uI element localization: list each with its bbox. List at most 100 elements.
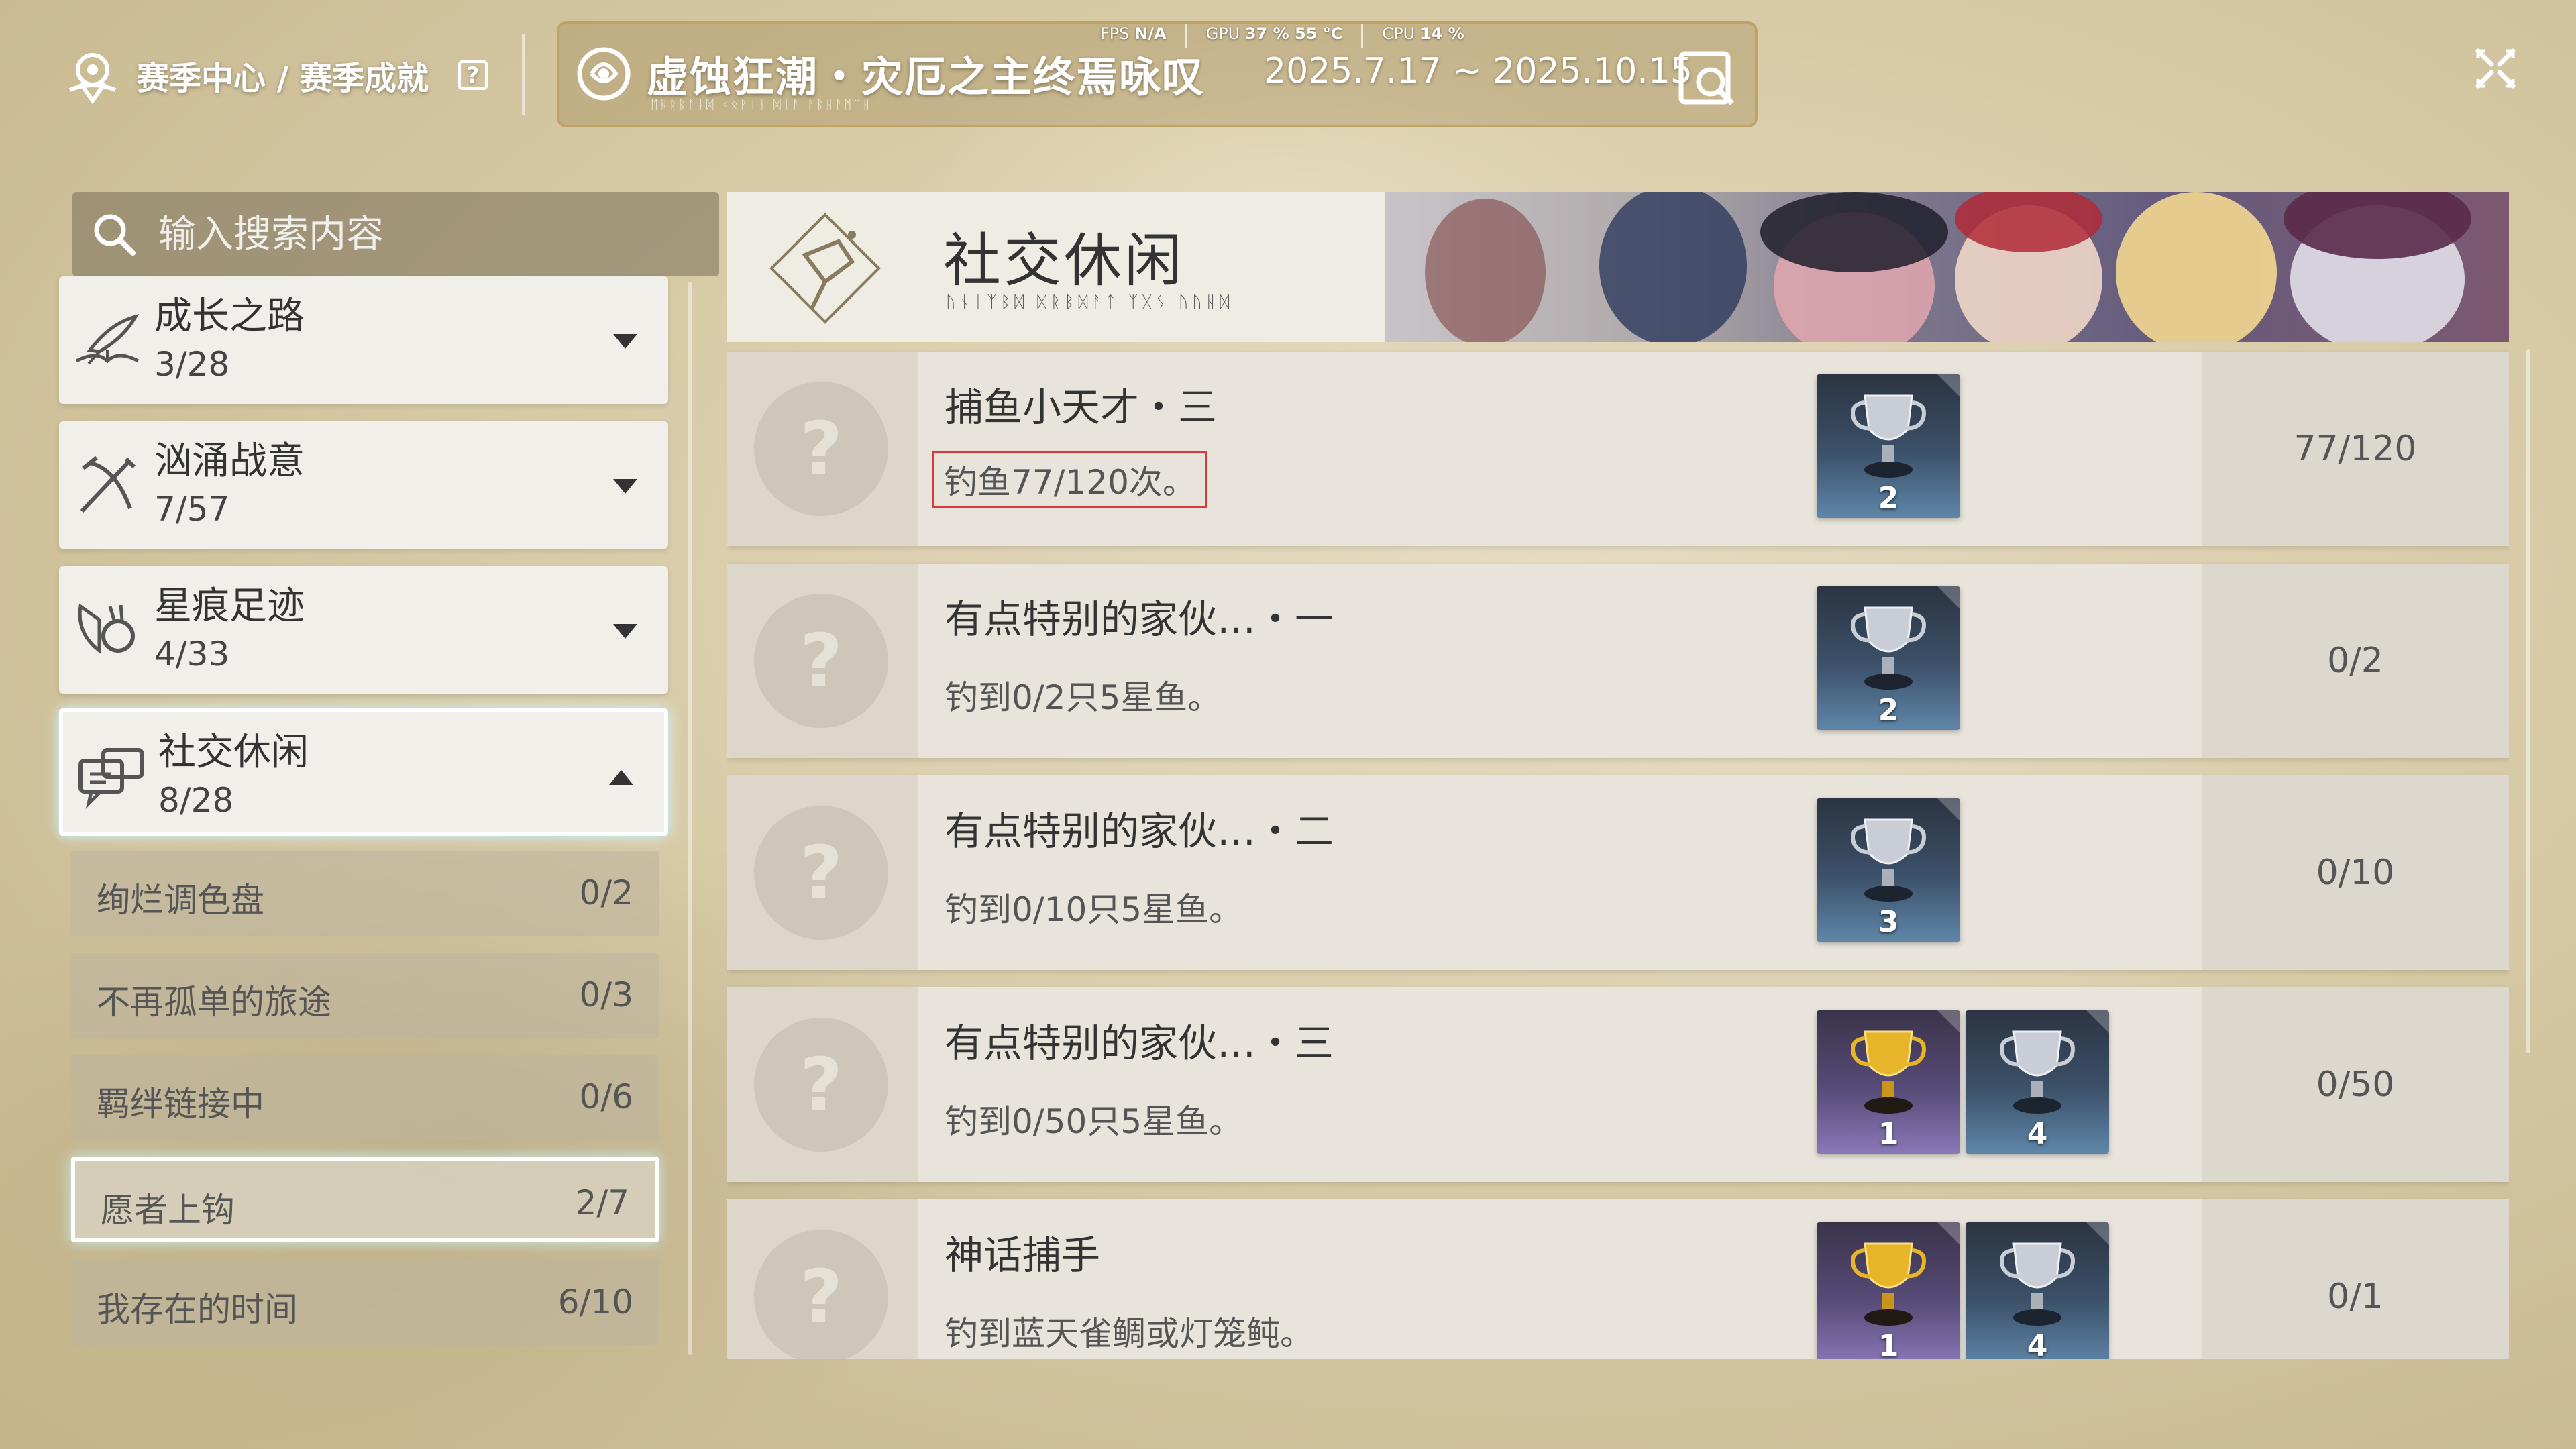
crossed-weapons-icon xyxy=(80,455,136,513)
silver-trophy-reward[interactable]: 2 xyxy=(1817,374,1960,518)
achievement-progress: 0/2 xyxy=(2327,641,2383,681)
subcategory-count: 0/6 xyxy=(579,1077,633,1116)
subcategory-item[interactable]: 我存在的时间 6/10 xyxy=(71,1260,659,1346)
gpu-label: GPU xyxy=(1205,24,1240,43)
reward-count: 2 xyxy=(1878,693,1899,727)
locked-badge-icon: ? xyxy=(754,1230,888,1359)
chevron-down-icon xyxy=(613,479,637,494)
breadcrumb-text[interactable]: 赛季中心 / 赛季成就 xyxy=(137,52,429,99)
subcategory-item[interactable]: 绚烂调色盘 0/2 xyxy=(71,851,659,936)
achievement-row[interactable]: ? 有点特别的家伙…・一 钓到0/2只5星鱼。 2 0/2 xyxy=(727,564,2509,758)
subcategory-item[interactable]: 羁绊链接中 0/6 xyxy=(71,1055,659,1140)
category-progress: 4/33 xyxy=(154,635,230,674)
search-details-icon[interactable] xyxy=(1673,44,1740,111)
subcategory-label: 愿者上钩 xyxy=(101,1191,235,1230)
achievement-row[interactable]: ? 有点特别的家伙…・二 钓到0/10只5星鱼。 3 0/10 xyxy=(727,775,2509,970)
reward-count: 2 xyxy=(1878,481,1899,515)
fps-value: N/A xyxy=(1134,24,1167,43)
category-name: 社交休闲 xyxy=(158,731,309,774)
achievement-progress: 0/1 xyxy=(2327,1277,2383,1317)
silver-trophy-reward[interactable]: 3 xyxy=(1817,798,1960,942)
character-art-image xyxy=(1385,192,2509,342)
category-battle[interactable]: 汹涌战意 7/57 xyxy=(59,421,668,549)
subcategory-count: 0/3 xyxy=(579,975,633,1014)
chat-bubbles-icon xyxy=(78,748,144,809)
trophy-icon xyxy=(1851,818,1926,902)
achievement-title: 有点特别的家伙…・二 xyxy=(945,808,1334,854)
silver-trophy-reward[interactable]: 4 xyxy=(1966,1222,2109,1359)
season-subtitle: ᛖᚺᚱᛒᚨᚾᛞ ᚲᛟᚹᛁᚾ ᛞᛁᚨ ᚨᛒᚺᚨᛗᛖᚺ xyxy=(651,98,872,112)
achievement-progress: 77/120 xyxy=(2294,429,2417,469)
achievement-panel: 社交休闲 ᚢᚾᛁᛉᛒᛞ ᛞᚱᛒᛞᚨᛏ ᛉᚷᛊ ᚢᚢᚺᛞ ? 捕鱼小天才・三 钓鱼… xyxy=(727,192,2509,1359)
category-footprints[interactable]: 星痕足迹 4/33 xyxy=(59,566,668,694)
trophy-icon xyxy=(1851,1242,1926,1326)
locked-badge-icon: ? xyxy=(754,1018,888,1152)
subcategory-count: 0/2 xyxy=(579,873,633,912)
achievement-desc: 钓到蓝天雀鲷或灯笼鲀。 xyxy=(945,1314,1313,1353)
achievement-title: 有点特别的家伙…・一 xyxy=(945,596,1334,642)
achievement-progress: 0/50 xyxy=(2316,1065,2395,1105)
quill-book-icon xyxy=(75,314,140,365)
cpu-value: 14 % xyxy=(1419,24,1464,43)
subcategory-count: 2/7 xyxy=(575,1183,629,1222)
achievement-title: 神话捕手 xyxy=(945,1232,1101,1278)
category-name: 汹涌战意 xyxy=(154,439,305,483)
content-scrollbar[interactable] xyxy=(2526,349,2530,1053)
sidebar-scrollbar[interactable] xyxy=(688,282,692,1355)
subcategory-label: 绚烂调色盘 xyxy=(97,881,264,920)
gold-trophy-reward[interactable]: 1 xyxy=(1817,1222,1960,1359)
trophy-icon xyxy=(1851,1030,1926,1114)
reward-count: 4 xyxy=(2027,1117,2048,1151)
social-emblem-icon xyxy=(769,213,881,324)
fps-label: FPS xyxy=(1100,24,1130,43)
category-progress: 7/57 xyxy=(154,490,230,529)
wings-shield-icon xyxy=(78,603,135,655)
chevron-down-icon xyxy=(613,624,637,639)
reward-count: 4 xyxy=(2027,1329,2048,1359)
trophy-icon xyxy=(1851,394,1926,478)
achievement-title: 有点特别的家伙…・三 xyxy=(945,1020,1334,1066)
silver-trophy-reward[interactable]: 4 xyxy=(1966,1010,2109,1154)
trophy-icon xyxy=(2000,1030,2075,1114)
category-progress: 3/28 xyxy=(154,345,230,384)
search-box[interactable] xyxy=(72,192,719,276)
category-growth[interactable]: 成长之路 3/28 xyxy=(59,276,668,404)
close-icon[interactable] xyxy=(2474,47,2517,90)
category-name: 成长之路 xyxy=(154,294,305,338)
banner-title: 社交休闲 xyxy=(943,227,1185,294)
achievement-desc: 钓到0/50只5星鱼。 xyxy=(945,1102,1243,1141)
subcategory-item[interactable]: 不再孤单的旅途 0/3 xyxy=(71,953,659,1038)
search-icon xyxy=(94,214,136,256)
banner-subtitle: ᚢᚾᛁᛉᛒᛞ ᛞᚱᛒᛞᚨᛏ ᛉᚷᛊ ᚢᚢᚺᛞ xyxy=(946,292,1234,311)
silver-trophy-reward[interactable]: 2 xyxy=(1817,586,1960,730)
help-icon[interactable]: ? xyxy=(458,60,488,90)
chevron-up-icon xyxy=(609,770,633,785)
reward-count: 1 xyxy=(1878,1329,1899,1359)
achievement-row[interactable]: ? 捕鱼小天才・三 钓鱼77/120次。 2 77/120 xyxy=(727,352,2509,546)
achievement-desc: 钓到0/10只5星鱼。 xyxy=(945,890,1243,929)
top-bar: 赛季中心 / 赛季成就 ? 虚蚀狂潮・灾厄之主终焉咏叹 ᛖᚺᚱᛒᚨᚾᛞ ᚲᛟᚹᛁ… xyxy=(0,0,2576,154)
achievement-progress: 0/10 xyxy=(2316,853,2395,893)
locked-badge-icon: ? xyxy=(754,594,888,728)
season-dates: 2025.7.17 ~ 2025.10.15 xyxy=(1264,51,1693,91)
trophy-icon xyxy=(1851,606,1926,690)
divider xyxy=(522,34,525,115)
performance-overlay: FPS N/A GPU 37 % 55 °C CPU 14 % xyxy=(1100,24,1483,48)
subcategory-item-selected[interactable]: 愿者上钩 2/7 xyxy=(71,1157,659,1242)
subcategory-label: 不再孤单的旅途 xyxy=(97,983,331,1022)
subcategory-label: 我存在的时间 xyxy=(97,1290,298,1329)
category-social[interactable]: 社交休闲 8/28 xyxy=(59,708,668,836)
cpu-label: CPU xyxy=(1382,24,1415,43)
season-logo-icon xyxy=(68,53,117,105)
gold-trophy-reward[interactable]: 1 xyxy=(1817,1010,1960,1154)
achievement-desc: 钓鱼77/120次。 xyxy=(932,451,1208,508)
achievement-row[interactable]: ? 有点特别的家伙…・三 钓到0/50只5星鱼。 1 4 0/50 xyxy=(727,987,2509,1182)
category-banner: 社交休闲 ᚢᚾᛁᛉᛒᛞ ᛞᚱᛒᛞᚨᛏ ᛉᚷᛊ ᚢᚢᚺᛞ xyxy=(727,192,2509,342)
reward-count: 3 xyxy=(1878,905,1899,939)
category-name: 星痕足迹 xyxy=(154,584,305,628)
search-input[interactable] xyxy=(158,212,668,256)
chevron-down-icon xyxy=(613,334,637,349)
gpu-value: 37 % 55 °C xyxy=(1244,24,1343,43)
achievement-desc: 钓到0/2只5星鱼。 xyxy=(945,678,1222,717)
achievement-row[interactable]: ? 神话捕手 钓到蓝天雀鲷或灯笼鲀。 1 4 0/1 xyxy=(727,1199,2509,1359)
